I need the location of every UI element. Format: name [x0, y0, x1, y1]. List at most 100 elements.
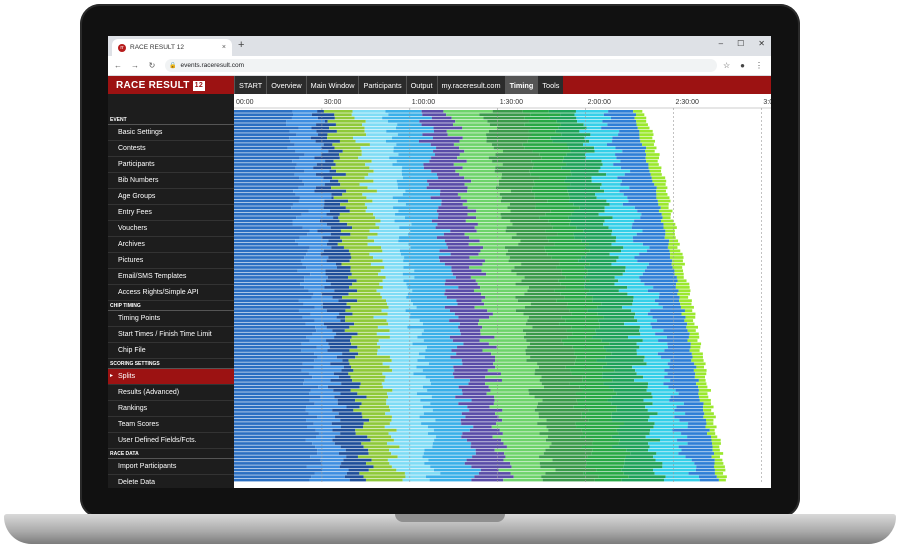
split-segment: [326, 279, 357, 283]
split-segment: [431, 395, 456, 399]
url-field[interactable]: 🔒 events.raceresult.com: [165, 59, 717, 72]
split-segment: [706, 422, 714, 425]
menu-item-output[interactable]: Output: [405, 76, 437, 95]
sidebar-item-archives[interactable]: Archives: [108, 237, 234, 253]
sidebar-item-email-sms-templates[interactable]: Email/SMS Templates: [108, 269, 234, 285]
race-result-logo[interactable]: RACE RESULT 12: [108, 76, 234, 95]
sidebar-item-vouchers[interactable]: Vouchers: [108, 221, 234, 237]
menu-item-timing[interactable]: Timing: [504, 76, 538, 95]
reload-icon[interactable]: ↻: [145, 61, 159, 70]
split-segment: [511, 236, 547, 239]
menu-item-main-window[interactable]: Main Window: [305, 76, 359, 95]
split-segment: [611, 232, 637, 236]
split-segment: [667, 342, 691, 346]
split-segment: [328, 256, 352, 259]
split-segment: [393, 149, 434, 153]
split-segment: [534, 183, 571, 186]
split-segment: [418, 139, 460, 143]
url-text: events.raceresult.com: [180, 62, 245, 69]
split-segment: [619, 425, 654, 429]
sidebar-item-chip-file[interactable]: Chip File: [108, 343, 234, 359]
split-segment: [465, 219, 511, 223]
split-segment: [441, 199, 467, 203]
split-segment: [479, 239, 521, 243]
account-icon[interactable]: ●: [740, 61, 745, 70]
sidebar-item-user-defined-fields-fcts-[interactable]: User Defined Fields/Fcts.: [108, 433, 234, 449]
split-segment: [648, 448, 682, 452]
menu-item-start[interactable]: START: [234, 76, 266, 95]
close-tab-icon[interactable]: ×: [222, 44, 226, 51]
split-segment: [639, 136, 653, 140]
participant-split-bar: [234, 342, 702, 346]
split-segment: [392, 163, 424, 166]
split-segment: [386, 398, 421, 402]
split-segment: [466, 438, 502, 442]
sidebar-item-participants[interactable]: Participants: [108, 157, 234, 173]
split-segment: [596, 196, 628, 200]
split-segment: [609, 203, 623, 206]
split-segment: [447, 246, 484, 249]
menu-item-my-raceresult-com[interactable]: my.raceresult.com: [436, 76, 505, 95]
sidebar-item-results-advanced-[interactable]: Results (Advanced): [108, 385, 234, 401]
split-segment: [570, 369, 615, 372]
split-segment: [658, 302, 681, 306]
split-segment: [505, 455, 540, 459]
sidebar-item-access-rights-simple-api[interactable]: Access Rights/Simple API: [108, 285, 234, 301]
sidebar-item-splits[interactable]: Splits: [108, 369, 234, 385]
back-icon[interactable]: ←: [111, 61, 125, 70]
split-segment: [544, 246, 586, 249]
split-segment: [489, 123, 525, 127]
sidebar-item-bib-numbers[interactable]: Bib Numbers: [108, 173, 234, 189]
sidebar-item-contests[interactable]: Contests: [108, 141, 234, 157]
sidebar-item-rankings[interactable]: Rankings: [108, 401, 234, 417]
split-segment: [308, 289, 335, 293]
sidebar-item-delete-data[interactable]: Delete Data: [108, 475, 234, 488]
split-segment: [459, 173, 502, 176]
split-segment: [327, 119, 366, 123]
split-segment: [558, 126, 587, 130]
split-segment: [620, 183, 655, 186]
split-segment: [653, 425, 688, 429]
split-segment: [300, 282, 331, 286]
split-segment: [568, 216, 613, 220]
split-segment: [639, 329, 664, 332]
sidebar-item-entry-fees[interactable]: Entry Fees: [108, 205, 234, 221]
maximize-icon[interactable]: ☐: [737, 39, 744, 48]
menu-item-overview[interactable]: Overview: [266, 76, 305, 95]
new-tab-button[interactable]: +: [238, 39, 244, 51]
forward-icon[interactable]: →: [128, 61, 142, 70]
split-segment: [366, 133, 398, 136]
sidebar-item-start-times-finish-time-limit[interactable]: Start Times / Finish Time Limit: [108, 327, 234, 343]
split-segment: [480, 332, 526, 336]
split-segment: [349, 362, 383, 366]
split-segment: [420, 398, 472, 402]
browser-menu-icon[interactable]: ⋮: [755, 61, 763, 70]
sidebar-item-import-participants[interactable]: Import Participants: [108, 459, 234, 475]
split-segment: [703, 405, 714, 409]
split-segment: [428, 458, 467, 462]
sidebar-item-basic-settings[interactable]: Basic Settings: [108, 125, 234, 141]
split-segment: [298, 126, 312, 130]
split-segment: [521, 262, 560, 266]
bookmark-star-icon[interactable]: ☆: [723, 61, 730, 70]
split-segment: [373, 256, 405, 259]
split-segment: [533, 163, 567, 166]
split-segment: [315, 428, 333, 432]
sidebar-item-timing-points[interactable]: Timing Points: [108, 311, 234, 327]
participant-split-bar: [234, 442, 721, 445]
split-segment: [363, 425, 385, 429]
split-segment: [323, 206, 346, 210]
split-segment: [528, 286, 566, 289]
menu-item-tools[interactable]: Tools: [537, 76, 563, 95]
participant-split-bar: [234, 229, 675, 233]
split-segment: [304, 169, 330, 173]
close-window-icon[interactable]: ✕: [758, 39, 765, 48]
minimize-icon[interactable]: –: [719, 39, 723, 48]
split-segment: [334, 116, 355, 120]
browser-tab[interactable]: rr RACE RESULT 12 ×: [112, 39, 232, 56]
menu-item-participants[interactable]: Participants: [358, 76, 405, 95]
sidebar-item-team-scores[interactable]: Team Scores: [108, 417, 234, 433]
split-segment: [601, 126, 638, 130]
sidebar-item-age-groups[interactable]: Age Groups: [108, 189, 234, 205]
sidebar-item-pictures[interactable]: Pictures: [108, 253, 234, 269]
